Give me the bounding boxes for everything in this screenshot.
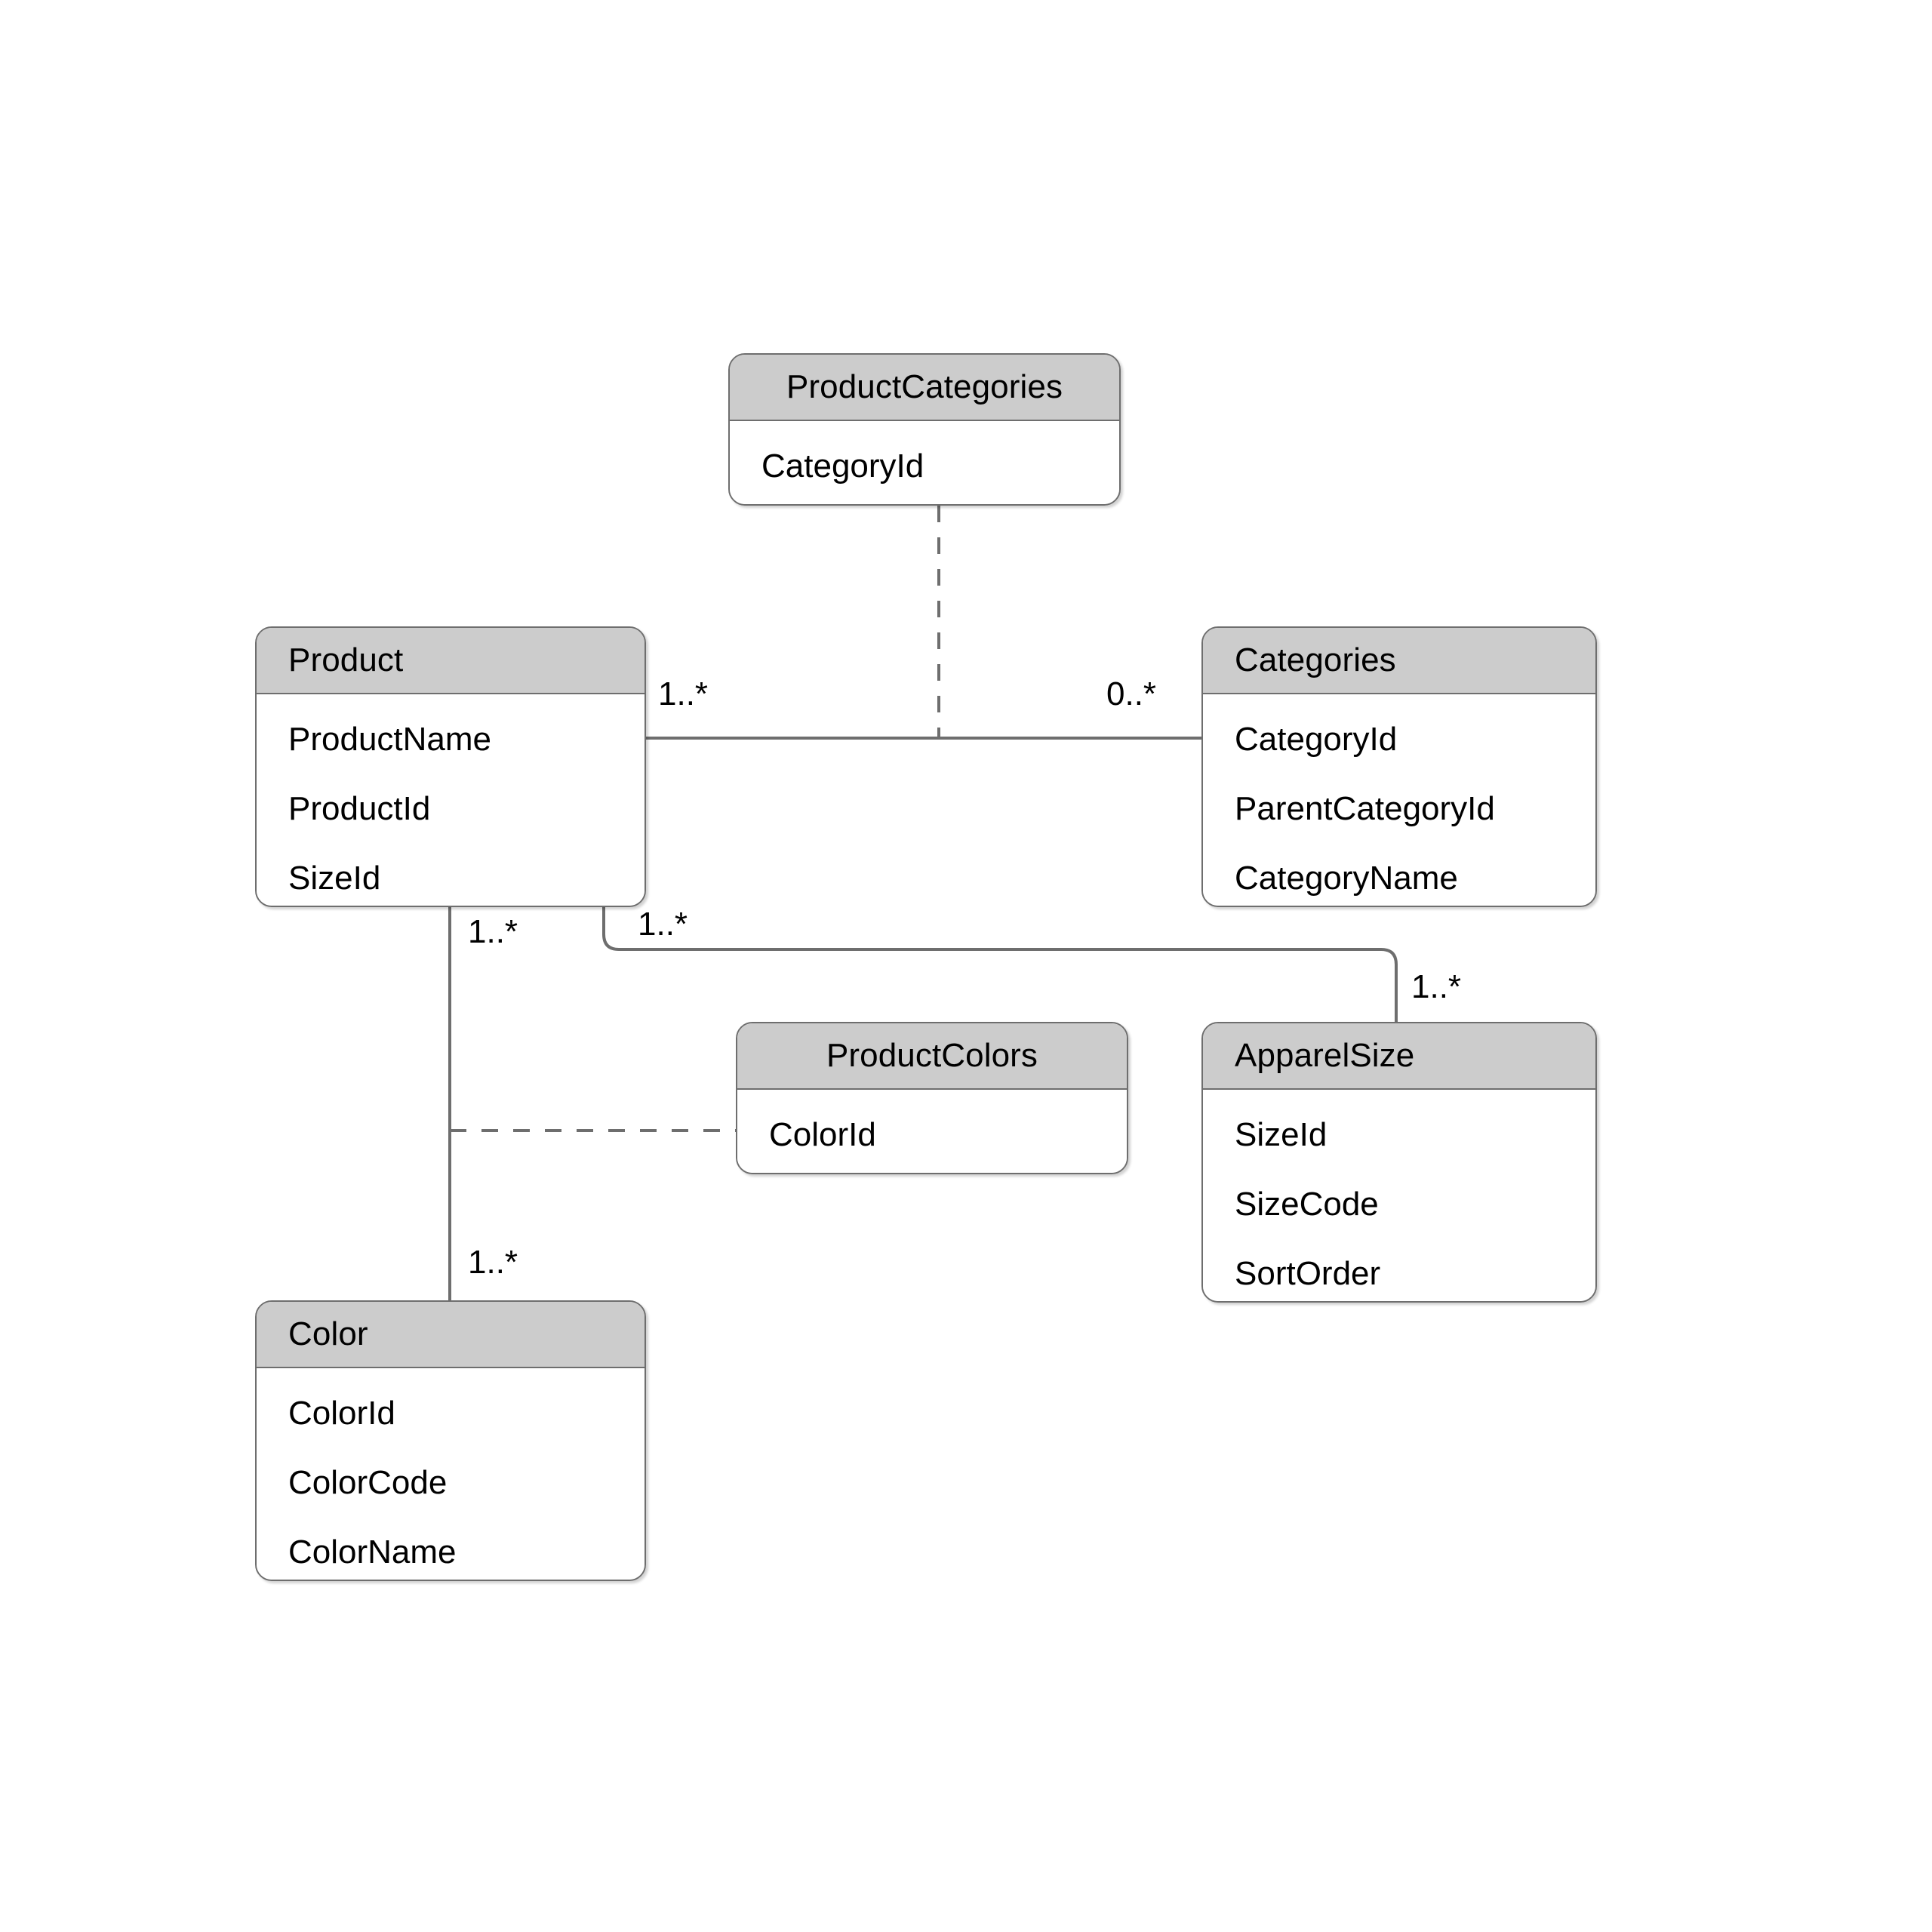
attribute-row: SizeId: [1235, 1116, 1327, 1153]
entity-title: Color: [257, 1302, 645, 1368]
entity-title: Categories: [1203, 628, 1595, 694]
connector-layer: [448, 506, 1398, 1300]
entity-attribute-list: ProductName ProductId SizeId: [257, 694, 645, 906]
attribute-row: SizeCode: [1235, 1186, 1379, 1223]
multiplicity-label-product-to-apparelsize: 1..*: [638, 906, 688, 943]
attribute-row: ColorId: [769, 1116, 876, 1153]
multiplicity-label-product-to-categories: 1..*: [658, 675, 709, 712]
entity-color[interactable]: Color ColorId ColorCode ColorName: [255, 1300, 646, 1581]
attribute-row: CategoryId: [761, 448, 924, 485]
diagram-canvas: ProductCategories CategoryId Product Pro…: [0, 0, 1932, 1932]
entity-title: ProductColors: [737, 1023, 1127, 1090]
entity-attribute-list: ColorId ColorCode ColorName: [257, 1368, 645, 1580]
entity-attribute-list: CategoryId ParentCategoryId CategoryName: [1203, 694, 1595, 906]
entity-attribute-list: CategoryId: [730, 421, 1119, 504]
entity-title: ProductCategories: [730, 355, 1119, 421]
entity-title: ApparelSize: [1203, 1023, 1595, 1090]
entity-attribute-list: SizeId SizeCode SortOrder: [1203, 1090, 1595, 1301]
attribute-row: SizeId: [288, 860, 381, 897]
connector-product-apparelsize: [602, 907, 1398, 1022]
attribute-row: ProductId: [288, 790, 431, 827]
attribute-row: ColorName: [288, 1534, 457, 1571]
entity-product-categories[interactable]: ProductCategories CategoryId: [728, 353, 1121, 506]
entity-title: Product: [257, 628, 645, 694]
multiplicity-label-categories-to-product: 0..*: [1106, 675, 1157, 712]
attribute-row: SortOrder: [1235, 1255, 1381, 1292]
multiplicity-label-apparelsize-to-product: 1..*: [1411, 968, 1462, 1005]
entity-categories[interactable]: Categories CategoryId ParentCategoryId C…: [1201, 626, 1597, 907]
attribute-row: CategoryName: [1235, 860, 1458, 897]
attribute-row: ParentCategoryId: [1235, 790, 1495, 827]
attribute-row: CategoryId: [1235, 721, 1398, 758]
entity-product[interactable]: Product ProductName ProductId SizeId: [255, 626, 646, 907]
attribute-row: ColorId: [288, 1395, 395, 1432]
entity-product-colors[interactable]: ProductColors ColorId: [736, 1022, 1128, 1174]
attribute-row: ColorCode: [288, 1464, 448, 1501]
attribute-row: ProductName: [288, 721, 492, 758]
multiplicity-label-color-to-product: 1..*: [468, 1244, 518, 1281]
entity-apparel-size[interactable]: ApparelSize SizeId SizeCode SortOrder: [1201, 1022, 1597, 1303]
multiplicity-label-product-to-color: 1..*: [468, 913, 518, 950]
entity-attribute-list: ColorId: [737, 1090, 1127, 1173]
